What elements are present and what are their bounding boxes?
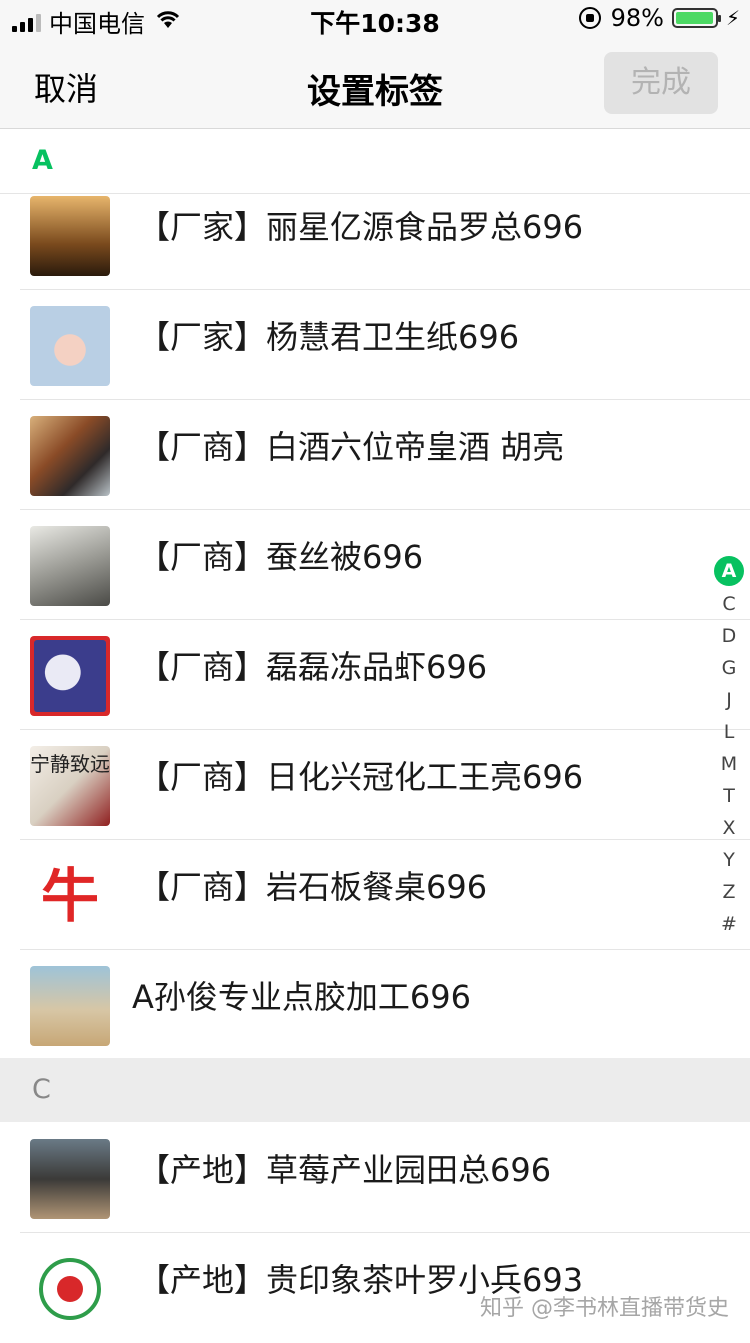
index-letter-t[interactable]: T (712, 780, 746, 812)
contact-name: 【产地】草莓产业园田总696 (138, 1151, 552, 1189)
avatar (30, 636, 110, 716)
section-header-c: C (0, 1058, 750, 1122)
contact-name: 【厂家】丽星亿源食品罗总696 (138, 208, 584, 246)
done-button[interactable]: 完成 (604, 52, 718, 114)
navigation-bar: 取消 设置标签 完成 (0, 40, 750, 129)
contact-row[interactable]: A孙俊专业点胶加工696 (0, 950, 750, 1060)
index-letter-x[interactable]: X (712, 812, 746, 844)
contact-row[interactable]: 【厂家】杨慧君卫生纸696 (0, 290, 750, 400)
index-letter-j[interactable]: J (712, 684, 746, 716)
avatar (30, 306, 110, 386)
avatar (30, 526, 110, 606)
contact-row[interactable]: 【厂商】蚕丝被696 (0, 510, 750, 620)
contact-name: A孙俊专业点胶加工696 (132, 978, 471, 1016)
alphabet-index[interactable]: A C D G J L M T X Y Z # (712, 556, 746, 940)
contact-row[interactable]: 宁静致远 【厂商】日化兴冠化工王亮696 (0, 730, 750, 840)
contact-name: 【厂商】白酒六位帝皇酒 胡亮 (138, 428, 565, 466)
index-letter-y[interactable]: Y (712, 844, 746, 876)
battery-icon (671, 8, 721, 28)
index-letter-c[interactable]: C (712, 588, 746, 620)
contact-name: 【厂家】杨慧君卫生纸696 (138, 318, 520, 356)
avatar (30, 1249, 110, 1329)
index-letter-d[interactable]: D (712, 620, 746, 652)
avatar (30, 196, 110, 276)
avatar: 宁静致远 (30, 746, 110, 826)
contact-name: 【厂商】岩石板餐桌696 (138, 868, 488, 906)
contact-row[interactable]: 【厂商】白酒六位帝皇酒 胡亮 (0, 400, 750, 510)
contact-row[interactable]: 【产地】草莓产业园田总696 (0, 1123, 750, 1233)
contact-name: 【厂商】磊磊冻品虾696 (138, 648, 488, 686)
index-letter-g[interactable]: G (712, 652, 746, 684)
contact-row[interactable]: 【厂商】磊磊冻品虾696 (0, 620, 750, 730)
index-letter-m[interactable]: M (712, 748, 746, 780)
index-letter-a[interactable]: A (714, 556, 744, 586)
section-letter: C (32, 1074, 51, 1105)
avatar (30, 966, 110, 1046)
status-right: 98% ⚡ (578, 4, 740, 32)
section-letter: A (32, 145, 53, 176)
watermark: 知乎 @李书林直播带货史 (480, 1296, 729, 1321)
charging-icon: ⚡ (725, 6, 740, 30)
contact-name: 【厂商】日化兴冠化工王亮696 (138, 758, 584, 796)
avatar: 牛 (30, 856, 110, 936)
rotation-lock-icon (578, 7, 601, 29)
avatar (30, 1139, 110, 1219)
contact-name: 【厂商】蚕丝被696 (138, 538, 424, 576)
contact-row[interactable]: 牛 【厂商】岩石板餐桌696 (0, 840, 750, 950)
contact-row[interactable]: 【产地】贵印象茶叶罗小兵693 (0, 1233, 750, 1343)
status-bar: 中国电信 下午10:38 98% ⚡ (0, 0, 750, 40)
avatar (30, 416, 110, 496)
index-letter-l[interactable]: L (712, 716, 746, 748)
battery-percent: 98% (610, 4, 664, 32)
index-letter-hash[interactable]: # (712, 908, 746, 940)
index-letter-z[interactable]: Z (712, 876, 746, 908)
contact-row[interactable]: 【厂家】丽星亿源食品罗总696 (0, 180, 750, 290)
